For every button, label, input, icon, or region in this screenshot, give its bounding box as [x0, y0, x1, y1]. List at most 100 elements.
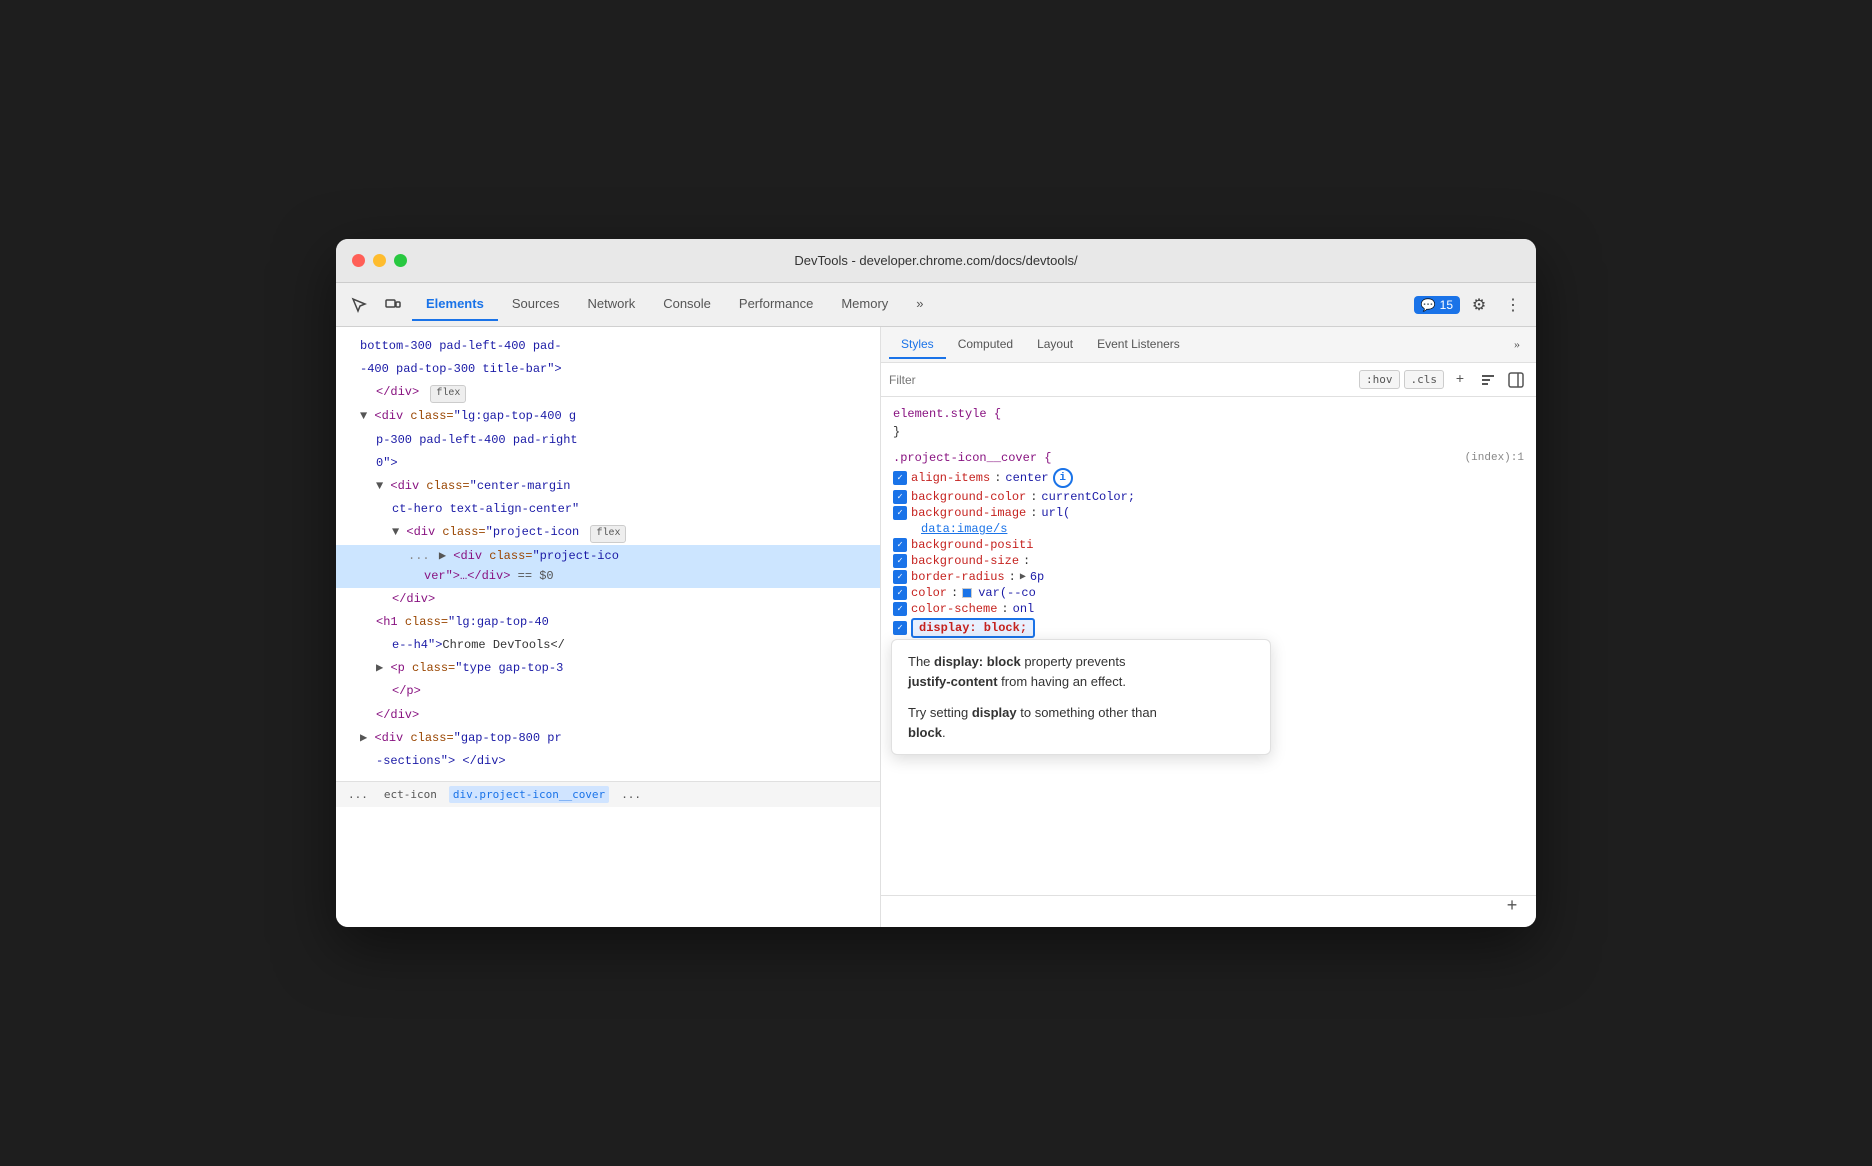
html-line[interactable]: <h1 class="lg:gap-top-40 — [336, 611, 880, 634]
expand-icon[interactable]: ▶ — [1020, 571, 1026, 583]
css-prop-line-align-items: align-items : center i — [881, 467, 1536, 489]
breadcrumb-item[interactable]: ect-icon — [380, 786, 441, 803]
data-url-link[interactable]: data:image/s — [921, 522, 1007, 536]
html-line[interactable]: ▶ <div class="gap-top-800 pr — [336, 727, 880, 750]
more-options-icon[interactable]: ⋮ — [1498, 290, 1528, 320]
tab-memory[interactable]: Memory — [827, 288, 902, 321]
tab-performance[interactable]: Performance — [725, 288, 827, 321]
css-prop-checkbox[interactable] — [893, 602, 907, 616]
prop-name: color — [911, 586, 947, 600]
css-prop-checkbox[interactable] — [893, 471, 907, 485]
css-prop-checkbox[interactable] — [893, 554, 907, 568]
html-line[interactable]: ▼ <div class="lg:gap-top-400 g — [336, 405, 880, 428]
breadcrumb-item-active[interactable]: div.project-icon__cover — [449, 786, 609, 803]
html-line[interactable]: bottom-300 pad-left-400 pad- — [336, 335, 880, 358]
close-button[interactable] — [352, 254, 365, 267]
notification-icon: 💬 — [1421, 298, 1436, 312]
settings-icon[interactable]: ⚙ — [1464, 290, 1494, 320]
color-swatch[interactable] — [962, 588, 972, 598]
inspect-icon[interactable] — [344, 290, 374, 320]
breadcrumb-item[interactable]: ... — [344, 786, 372, 803]
notification-badge[interactable]: 💬 15 — [1414, 296, 1460, 314]
css-close-brace: } — [881, 423, 1536, 441]
selected-element-line[interactable]: ... ▶ <div class="project-ico ver">…</di… — [336, 545, 880, 587]
filter-input[interactable] — [889, 373, 1351, 387]
styles-footer: + — [881, 895, 1536, 927]
css-prop-checkbox[interactable] — [893, 570, 907, 584]
tab-more[interactable]: » — [902, 288, 937, 321]
css-prop-line-data-url: data:image/s — [881, 521, 1536, 537]
device-toggle-icon[interactable] — [378, 290, 408, 320]
toggle-sidebar-icon[interactable] — [1504, 368, 1528, 392]
tooltip-bold-display-block: display: block — [934, 654, 1021, 669]
breadcrumb-item[interactable]: ... — [617, 786, 645, 803]
prop-name: border-radius — [911, 570, 1005, 584]
elements-panel: bottom-300 pad-left-400 pad- -400 pad-to… — [336, 327, 881, 927]
html-line[interactable]: -sections"> </div> — [336, 750, 880, 773]
css-source[interactable]: (index):1 — [1465, 452, 1524, 464]
devtools-window: DevTools - developer.chrome.com/docs/dev… — [336, 239, 1536, 927]
new-style-rule-icon[interactable] — [1476, 368, 1500, 392]
html-line[interactable]: </div> flex — [336, 381, 880, 405]
add-style-button[interactable]: + — [1500, 895, 1524, 919]
styles-content: element.style { } .project-icon__cover {… — [881, 397, 1536, 895]
tab-styles[interactable]: Styles — [889, 331, 946, 359]
maximize-button[interactable] — [394, 254, 407, 267]
html-line[interactable]: </div> — [336, 588, 880, 611]
prop-value: center — [1005, 471, 1048, 485]
html-line[interactable]: -400 pad-top-300 title-bar"> — [336, 358, 880, 381]
tab-console[interactable]: Console — [649, 288, 725, 321]
expand-icon: ▼ — [360, 409, 367, 423]
html-text: 0"> — [376, 456, 398, 470]
css-element-style-block: element.style { } — [881, 401, 1536, 445]
css-prop-line-bg-size: background-size : — [881, 553, 1536, 569]
prop-value: currentColor; — [1041, 490, 1135, 504]
css-prop-checkbox[interactable] — [893, 490, 907, 504]
hov-button[interactable]: :hov — [1359, 370, 1400, 389]
css-prop-checkbox[interactable] — [893, 586, 907, 600]
title-bar: DevTools - developer.chrome.com/docs/dev… — [336, 239, 1536, 283]
html-text: bottom-300 pad-left-400 pad- — [360, 339, 562, 353]
css-prop-line-color: color : var(--co — [881, 585, 1536, 601]
notification-count: 15 — [1440, 298, 1453, 312]
tooltip-line1: The display: block property prevents jus… — [908, 652, 1254, 691]
html-line[interactable]: p-300 pad-left-400 pad-right — [336, 429, 880, 452]
html-line[interactable]: ▼ <div class="project-icon flex — [336, 521, 880, 545]
breadcrumb: ... ect-icon div.project-icon__cover ... — [336, 781, 880, 807]
html-line[interactable]: ct-hero text-align-center" — [336, 498, 880, 521]
tooltip-bold-justify-content: justify-content — [908, 674, 998, 689]
tab-sources[interactable]: Sources — [498, 288, 574, 321]
html-line[interactable]: </div> — [336, 704, 880, 727]
prop-name: align-items — [911, 471, 990, 485]
html-line[interactable]: 0"> — [336, 452, 880, 475]
tab-computed[interactable]: Computed — [946, 331, 1025, 359]
css-prop-line-bg-position: background-positi — [881, 537, 1536, 553]
filter-bar: :hov .cls + — [881, 363, 1536, 397]
css-prop-checkbox[interactable] — [893, 538, 907, 552]
tab-layout[interactable]: Layout — [1025, 331, 1085, 359]
css-prop-checkbox[interactable] — [893, 621, 907, 635]
minimize-button[interactable] — [373, 254, 386, 267]
tooltip-bold-block: block — [908, 725, 942, 740]
prop-name: background-image — [911, 506, 1026, 520]
html-line[interactable]: e--h4">Chrome DevTools</ — [336, 634, 880, 657]
toolbar-right: 💬 15 ⚙ ⋮ — [1414, 290, 1528, 320]
panel-tab-bar: Styles Computed Layout Event Listeners » — [881, 327, 1536, 363]
html-line[interactable]: ▶ <p class="type gap-top-3 — [336, 657, 880, 680]
tab-elements[interactable]: Elements — [412, 288, 498, 321]
info-circle-icon[interactable]: i — [1053, 468, 1073, 488]
css-prop-line-bg-image: background-image : url( — [881, 505, 1536, 521]
tab-event-listeners[interactable]: Event Listeners — [1085, 331, 1192, 359]
panel-tab-more[interactable]: » — [1506, 333, 1528, 356]
prop-value: var(--co — [978, 586, 1036, 600]
cls-button[interactable]: .cls — [1404, 370, 1445, 389]
html-text: -400 pad-top-300 title-bar"> — [360, 362, 562, 376]
css-prop-checkbox[interactable] — [893, 506, 907, 520]
tab-network[interactable]: Network — [574, 288, 650, 321]
html-line[interactable]: </p> — [336, 680, 880, 703]
filter-buttons: :hov .cls + — [1359, 368, 1528, 392]
css-prop-line-bg-color: background-color : currentColor; — [881, 489, 1536, 505]
add-style-icon[interactable]: + — [1448, 368, 1472, 392]
html-line[interactable]: ▼ <div class="center-margin — [336, 475, 880, 498]
html-text: "lg:gap-top-400 g — [454, 409, 576, 423]
